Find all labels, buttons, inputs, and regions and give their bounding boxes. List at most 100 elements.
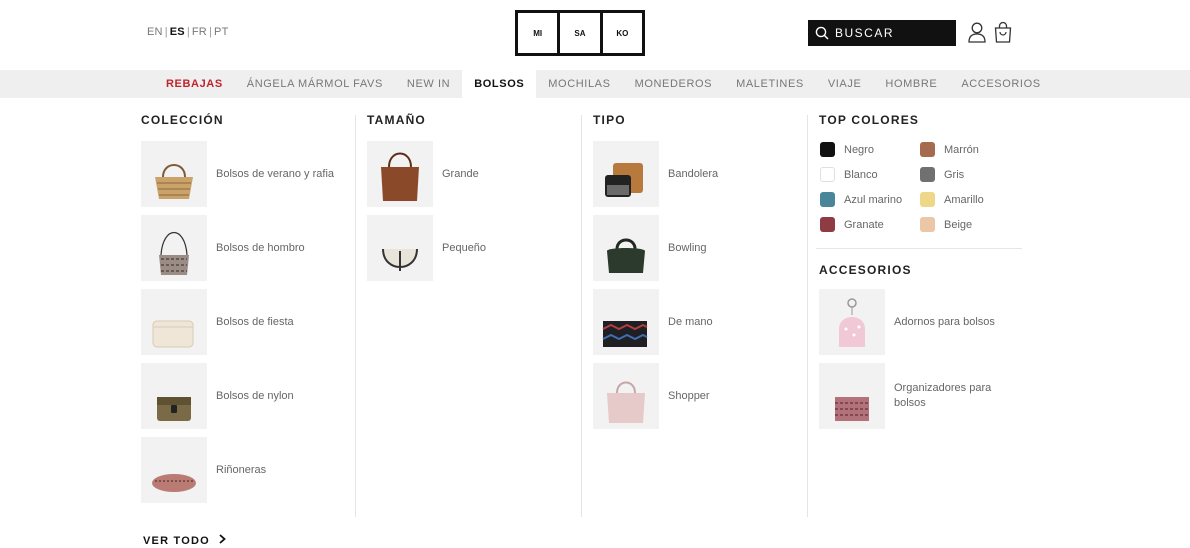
site-header: EN | ES | FR | PT MI SA KO BUSCAR — [0, 0, 1190, 70]
menu-item-label: Adornos para bolsos — [894, 315, 995, 328]
search-input[interactable]: BUSCAR — [808, 20, 956, 46]
product-thumbnail — [819, 363, 885, 429]
user-icon[interactable] — [966, 20, 988, 44]
menu-item-bolsos-fiesta[interactable]: Bolsos de fiesta — [141, 289, 294, 355]
section-divider — [816, 248, 1022, 249]
column-title: TIPO — [593, 113, 626, 127]
color-filter-blanco[interactable]: Blanco — [820, 167, 878, 182]
color-filter-granate[interactable]: Granate — [820, 217, 884, 232]
product-thumbnail — [593, 289, 659, 355]
lang-en[interactable]: EN — [147, 26, 163, 38]
menu-column-top-colores: TOP COLORES — [819, 110, 919, 130]
product-thumbnail — [819, 289, 885, 355]
nav-item-accesorios[interactable]: ACCESORIOS — [949, 70, 1052, 98]
color-swatch — [820, 192, 835, 207]
nav-item-bolsos[interactable]: BOLSOS — [462, 70, 537, 98]
nav-item-angela-marmol-favs[interactable]: ÁNGELA MÁRMOL FAVS — [235, 70, 395, 98]
see-all-link[interactable]: VER TODO — [143, 534, 226, 547]
menu-item-bandolera[interactable]: Bandolera — [593, 141, 718, 207]
color-swatch — [920, 192, 935, 207]
product-thumbnail — [141, 141, 207, 207]
menu-item-label: Bolsos de hombro — [216, 241, 305, 254]
product-thumbnail — [367, 141, 433, 207]
column-divider — [807, 115, 808, 517]
site-logo[interactable]: MI SA KO — [515, 10, 645, 56]
logo-letters-mi: MI — [518, 13, 561, 53]
color-swatch — [920, 142, 935, 157]
color-label: Beige — [944, 218, 973, 231]
menu-item-label: Bolsos de nylon — [216, 389, 294, 402]
color-label: Marrón — [944, 143, 979, 156]
menu-item-grande[interactable]: Grande — [367, 141, 479, 207]
menu-item-label: Riñoneras — [216, 463, 267, 476]
menu-item-label: Organizadores para bolsos — [894, 382, 992, 409]
color-filter-marron[interactable]: Marrón — [920, 142, 979, 157]
product-thumbnail — [593, 215, 659, 281]
column-divider — [581, 115, 582, 517]
column-title: TOP COLORES — [819, 113, 920, 127]
color-label: Amarillo — [944, 193, 984, 206]
color-label: Gris — [944, 168, 965, 181]
column-divider — [355, 115, 356, 517]
menu-item-de-mano[interactable]: De mano — [593, 289, 713, 355]
menu-item-label: Bowling — [668, 241, 707, 254]
menu-item-bolsos-nylon[interactable]: Bolsos de nylon — [141, 363, 294, 429]
lang-fr[interactable]: FR — [192, 26, 207, 38]
lang-separator: | — [164, 26, 168, 38]
color-filter-gris[interactable]: Gris — [920, 167, 964, 182]
menu-column-tamano: TAMAÑO — [367, 110, 426, 130]
menu-item-rinoneras[interactable]: Riñoneras — [141, 437, 266, 503]
nav-item-monederos[interactable]: MONEDEROS — [623, 70, 725, 98]
lang-es[interactable]: ES — [170, 26, 185, 38]
search-placeholder: BUSCAR — [835, 26, 895, 40]
logo-letters-sa: SA — [560, 13, 603, 53]
nav-item-rebajas[interactable]: REBAJAS — [154, 70, 235, 98]
nav-item-mochilas[interactable]: MOCHILAS — [536, 70, 622, 98]
menu-item-label: Bandolera — [668, 167, 719, 180]
menu-item-organizadores-bolsos[interactable]: Organizadores para bolsos — [819, 363, 1004, 429]
column-title: TAMAÑO — [367, 113, 426, 127]
color-swatch — [820, 142, 835, 157]
lang-separator: | — [186, 26, 190, 38]
menu-item-label: Bolsos de verano y rafia — [216, 167, 335, 180]
color-label: Negro — [844, 143, 874, 156]
nav-item-maletines[interactable]: MALETINES — [724, 70, 816, 98]
menu-item-label: Bolsos de fiesta — [216, 315, 294, 328]
nav-item-viaje[interactable]: VIAJE — [816, 70, 874, 98]
color-swatch — [820, 217, 835, 232]
product-thumbnail — [141, 363, 207, 429]
chevron-right-icon — [210, 534, 226, 547]
shopping-bag-icon[interactable] — [992, 20, 1014, 44]
lang-pt[interactable]: PT — [214, 26, 228, 38]
color-filter-beige[interactable]: Beige — [920, 217, 972, 232]
column-title: ACCESORIOS — [819, 263, 912, 277]
language-switcher: EN | ES | FR | PT — [147, 26, 229, 38]
color-swatch — [920, 167, 935, 182]
menu-item-bolsos-hombro[interactable]: Bolsos de hombro — [141, 215, 305, 281]
color-filter-amarillo[interactable]: Amarillo — [920, 192, 984, 207]
menu-item-shopper[interactable]: Shopper — [593, 363, 710, 429]
color-filter-azul-marino[interactable]: Azul marino — [820, 192, 902, 207]
product-thumbnail — [141, 215, 207, 281]
menu-item-label: Shopper — [668, 389, 710, 402]
color-filter-negro[interactable]: Negro — [820, 142, 874, 157]
menu-item-pequeno[interactable]: Pequeño — [367, 215, 486, 281]
product-thumbnail — [593, 363, 659, 429]
menu-column-coleccion: COLECCIÓN — [141, 110, 224, 130]
product-thumbnail — [141, 289, 207, 355]
color-label: Azul marino — [844, 193, 903, 206]
menu-item-label: Pequeño — [442, 241, 487, 254]
menu-item-bowling[interactable]: Bowling — [593, 215, 707, 281]
menu-item-adornos-bolsos[interactable]: Adornos para bolsos — [819, 289, 995, 355]
search-icon — [815, 26, 829, 40]
nav-item-hombre[interactable]: HOMBRE — [873, 70, 949, 98]
product-thumbnail — [593, 141, 659, 207]
menu-item-bolsos-verano-rafia[interactable]: Bolsos de verano y rafia — [141, 141, 334, 207]
column-title: COLECCIÓN — [141, 113, 224, 127]
nav-item-new-in[interactable]: NEW IN — [395, 70, 462, 98]
see-all-label: VER TODO — [143, 534, 210, 547]
product-thumbnail — [141, 437, 207, 503]
menu-section-accesorios: ACCESORIOS — [819, 260, 912, 280]
lang-separator: | — [208, 26, 213, 38]
main-nav: REBAJAS ÁNGELA MÁRMOL FAVS NEW IN BOLSOS… — [0, 70, 1190, 98]
